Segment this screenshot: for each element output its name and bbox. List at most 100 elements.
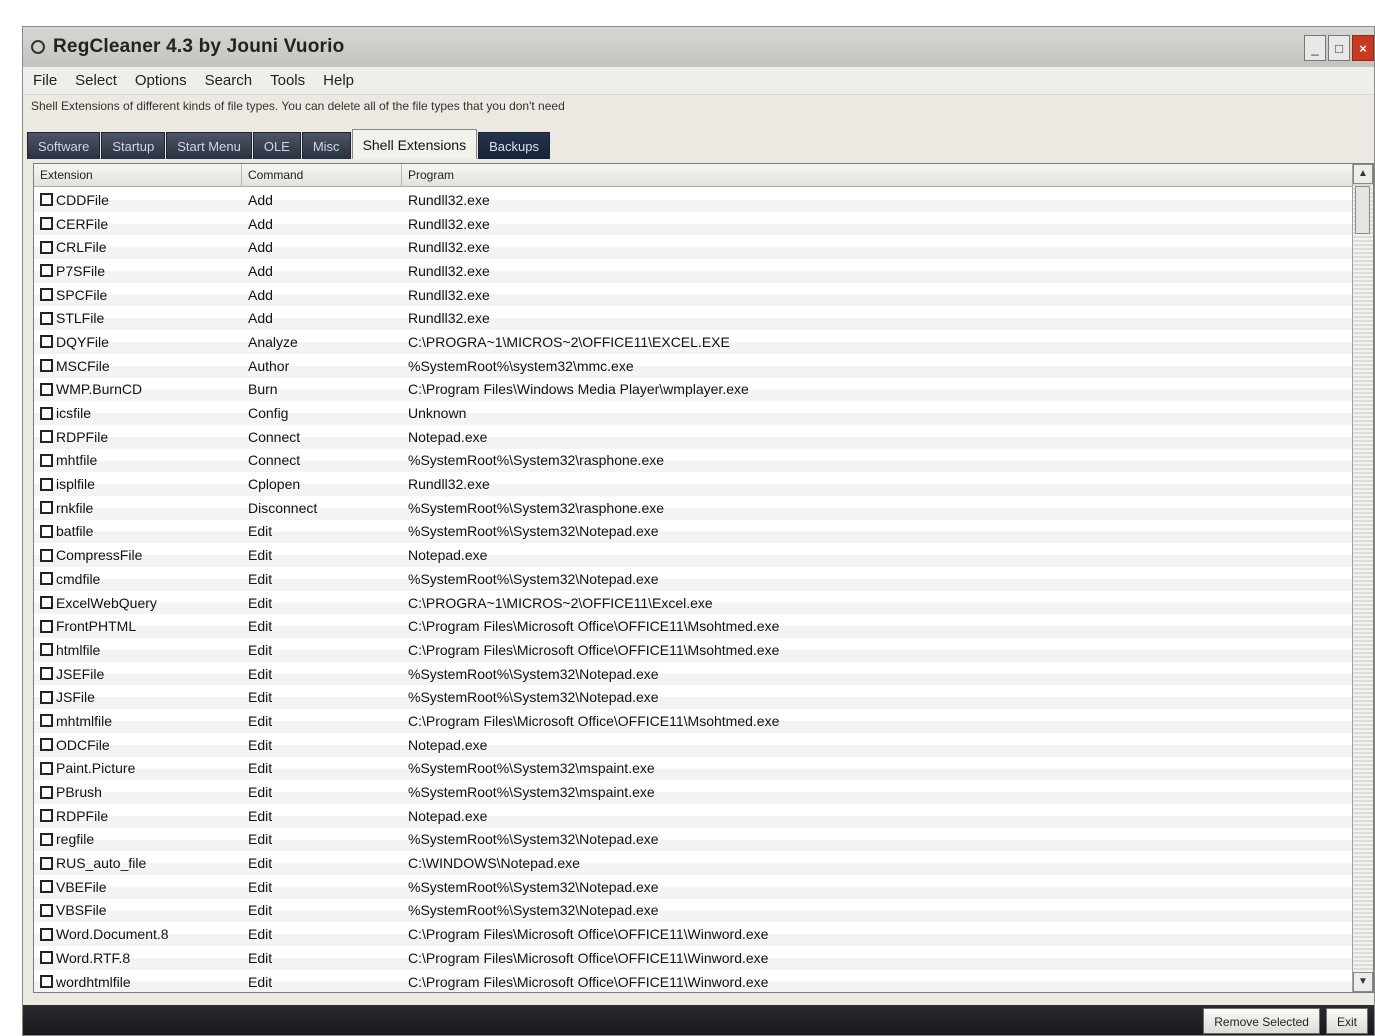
row-checkbox[interactable] <box>40 880 53 894</box>
table-row[interactable]: JSEFile Edit %SystemRoot%\System32\Notepad… <box>34 661 1354 686</box>
row-checkbox[interactable] <box>40 619 53 633</box>
table-row[interactable]: CDDFile Add Rundll32.exe <box>34 188 1354 212</box>
row-checkbox[interactable] <box>40 453 53 467</box>
row-checkbox[interactable] <box>40 572 53 586</box>
row-checkbox[interactable] <box>40 714 53 728</box>
table-row[interactable]: VBSFile Edit %SystemRoot%\System32\Notepad… <box>34 898 1354 923</box>
table-row[interactable]: cmdfile Edit %SystemRoot%\System32\Notepad… <box>34 567 1354 591</box>
row-checkbox[interactable] <box>40 596 53 610</box>
extension-cell: Paint.Picture <box>34 760 242 776</box>
minimize-button[interactable]: _ <box>1304 35 1326 61</box>
row-checkbox[interactable] <box>40 359 53 373</box>
row-checkbox[interactable] <box>40 832 53 846</box>
table-row[interactable]: regfile Edit %SystemRoot%\System32\Notepad… <box>34 827 1354 852</box>
table-row[interactable]: RUS_auto_file Edit C:\WINDOWS\Notepad.exe <box>34 851 1354 875</box>
remove-selected-button[interactable]: Remove Selected <box>1203 1008 1320 1034</box>
row-checkbox[interactable] <box>40 524 53 538</box>
row-checkbox[interactable] <box>40 311 53 325</box>
column-header-extension[interactable]: Extension <box>34 164 242 186</box>
table-row[interactable]: htmlfile Edit C:\Program Files\Microsoft O… <box>34 638 1354 662</box>
row-checkbox[interactable] <box>40 690 53 704</box>
table-row[interactable]: Word.RTF.8 Edit C:\Program Files\Microsoft… <box>34 946 1354 970</box>
table-row[interactable]: batfile Edit %SystemRoot%\System32\Notepad… <box>34 519 1354 544</box>
tab-backups[interactable]: Backups <box>478 132 550 159</box>
program-cell: %SystemRoot%\System32\mspaint.exe <box>408 760 655 777</box>
tab-startup[interactable]: Startup <box>101 132 166 159</box>
table-row[interactable]: CERFile Add Rundll32.exe <box>34 211 1354 236</box>
column-header-command[interactable]: Command <box>242 164 402 186</box>
table-row[interactable]: Paint.Picture Edit %SystemRoot%\System32\m… <box>34 756 1354 781</box>
table-row[interactable]: PBrush Edit %SystemRoot%\System32\mspaint.… <box>34 780 1354 804</box>
row-checkbox[interactable] <box>40 217 53 231</box>
program-cell: C:\Program Files\Microsoft Office\OFFICE… <box>408 712 780 729</box>
row-checkbox[interactable] <box>40 975 53 989</box>
maximize-button[interactable]: □ <box>1328 35 1350 61</box>
close-button[interactable]: × <box>1352 35 1374 61</box>
menu-search[interactable]: Search <box>205 72 253 89</box>
row-checkbox[interactable] <box>40 406 53 420</box>
menu-file[interactable]: File <box>33 72 57 89</box>
tab-misc[interactable]: Misc <box>301 132 351 159</box>
row-checkbox[interactable] <box>40 785 53 799</box>
vertical-scrollbar[interactable]: ▲ ▼ <box>1352 164 1373 992</box>
scroll-up-icon[interactable]: ▲ <box>1353 164 1373 184</box>
table-row[interactable]: WMP.BurnCD Burn C:\Program Files\Windows M… <box>34 377 1354 402</box>
row-checkbox[interactable] <box>40 927 53 941</box>
column-header-program[interactable]: Program <box>402 164 1354 186</box>
row-checkbox[interactable] <box>40 382 53 396</box>
row-checkbox[interactable] <box>40 951 53 965</box>
row-checkbox[interactable] <box>40 738 53 752</box>
menu-select[interactable]: Select <box>75 72 117 89</box>
row-checkbox[interactable] <box>40 430 53 444</box>
row-checkbox[interactable] <box>40 193 53 207</box>
table-row[interactable]: STLFile Add Rundll32.exe <box>34 306 1354 331</box>
table-row[interactable]: icsfile Config Unknown <box>34 401 1354 425</box>
table-row[interactable]: CRLFile Add Rundll32.exe <box>34 235 1354 260</box>
row-checkbox[interactable] <box>40 501 53 515</box>
tab-shell-extensions[interactable]: Shell Extensions <box>351 129 478 159</box>
row-checkbox[interactable] <box>40 761 53 775</box>
table-row[interactable]: ODCFile Edit Notepad.exe <box>34 732 1354 757</box>
tab-start-menu[interactable]: Start Menu <box>166 132 252 159</box>
tab-ole[interactable]: OLE <box>252 132 301 159</box>
tab-software[interactable]: Software <box>27 132 101 159</box>
table-row[interactable]: mhtmlfile Edit C:\Program Files\Microsoft … <box>34 709 1354 733</box>
row-checkbox[interactable] <box>40 288 53 302</box>
table-row[interactable]: Word.Document.8 Edit C:\Program Files\Micr… <box>34 922 1354 946</box>
table-row[interactable]: ExcelWebQuery Edit C:\PROGRA~1\MICROS~2\OF… <box>34 590 1354 615</box>
row-checkbox[interactable] <box>40 548 53 562</box>
table-row[interactable]: rnkfile Disconnect %SystemRoot%\System32\r… <box>34 495 1354 520</box>
table-row[interactable]: RDPFile Connect Notepad.exe <box>34 424 1354 449</box>
table-row[interactable]: RDPFile Edit Notepad.exe <box>34 803 1354 828</box>
scroll-thumb[interactable] <box>1355 186 1370 234</box>
title-bar[interactable]: RegCleaner 4.3 by Jouni Vuorio _ □ × <box>23 27 1374 67</box>
shell-extensions-list[interactable]: Extension Command Program CDDFile Add Rund… <box>33 163 1374 993</box>
row-checkbox[interactable] <box>40 809 53 823</box>
table-row[interactable]: DQYFile Analyze C:\PROGRA~1\MICROS~2\OFFIC… <box>34 330 1354 354</box>
menu-tools[interactable]: Tools <box>270 72 305 89</box>
row-checkbox[interactable] <box>40 335 53 349</box>
table-row[interactable]: wordhtmlfile Edit C:\Program Files\Microso… <box>34 969 1354 992</box>
table-row[interactable]: mhtfile Connect %SystemRoot%\System32\rasp… <box>34 448 1354 473</box>
table-row[interactable]: VBEFile Edit %SystemRoot%\System32\Notepad… <box>34 874 1354 899</box>
row-checkbox[interactable] <box>40 903 53 917</box>
scroll-down-icon[interactable]: ▼ <box>1353 972 1373 992</box>
table-row[interactable]: SPCFile Add Rundll32.exe <box>34 282 1354 307</box>
row-checkbox[interactable] <box>40 667 53 681</box>
row-checkbox[interactable] <box>40 856 53 870</box>
exit-button[interactable]: Exit <box>1325 1008 1368 1034</box>
table-row[interactable]: CompressFile Edit Notepad.exe <box>34 543 1354 567</box>
table-row[interactable]: FrontPHTML Edit C:\Program Files\Microsoft… <box>34 614 1354 639</box>
program-cell: Rundll32.exe <box>408 239 490 256</box>
row-checkbox[interactable] <box>40 240 53 254</box>
menu-options[interactable]: Options <box>135 72 187 89</box>
table-row[interactable]: P7SFile Add Rundll32.exe <box>34 259 1354 283</box>
menu-help[interactable]: Help <box>323 72 354 89</box>
program-cell: Rundll32.exe <box>408 476 490 493</box>
table-row[interactable]: JSFile Edit %SystemRoot%\System32\Notepad.… <box>34 685 1354 710</box>
table-row[interactable]: MSCFile Author %SystemRoot%\system32\mmc.e… <box>34 353 1354 378</box>
row-checkbox[interactable] <box>40 264 53 278</box>
table-row[interactable]: isplfile Cplopen Rundll32.exe <box>34 472 1354 496</box>
row-checkbox[interactable] <box>40 477 53 491</box>
row-checkbox[interactable] <box>40 643 53 657</box>
